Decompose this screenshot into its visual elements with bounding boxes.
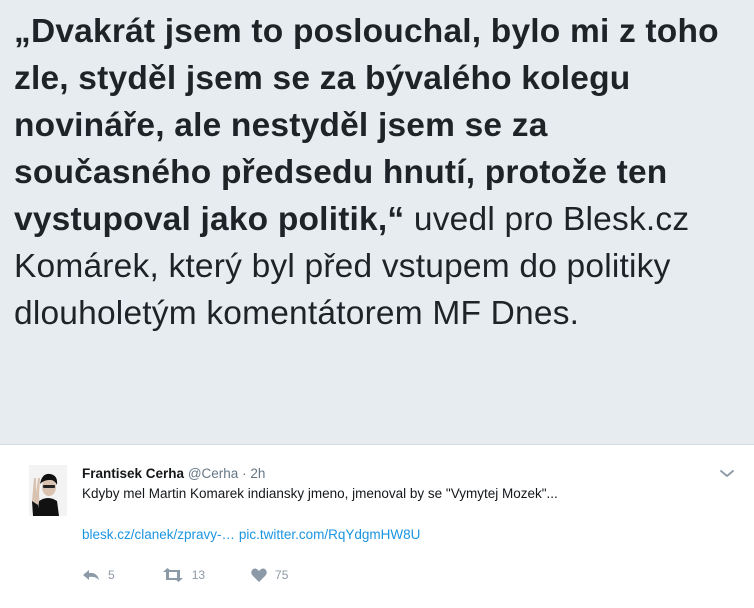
retweet-icon bbox=[162, 568, 183, 582]
tweet[interactable]: Frantisek Cerha @Cerha · 2h Kdyby mel Ma… bbox=[0, 445, 754, 608]
like-count: 75 bbox=[275, 568, 289, 582]
reply-icon bbox=[83, 570, 99, 580]
reply-count: 5 bbox=[108, 568, 115, 582]
quoted-text-card: „Dvakrát jsem to poslouchal, bylo mi z t… bbox=[0, 0, 754, 444]
chevron-down-icon bbox=[720, 470, 734, 477]
tweet-header: Frantisek Cerha @Cerha · 2h bbox=[82, 466, 265, 481]
reply-button[interactable]: 5 bbox=[82, 568, 115, 582]
retweet-button[interactable]: 13 bbox=[162, 568, 205, 582]
like-button[interactable]: 75 bbox=[251, 568, 288, 582]
quote-text: „Dvakrát jsem to poslouchal, bylo mi z t… bbox=[14, 8, 744, 337]
author-handle[interactable]: @Cerha bbox=[188, 466, 238, 481]
avatar[interactable] bbox=[29, 465, 67, 516]
heart-icon bbox=[251, 568, 267, 582]
tweet-time[interactable]: 2h bbox=[250, 466, 265, 481]
author-name[interactable]: Frantisek Cerha bbox=[82, 466, 184, 481]
tweet-links: blesk.cz/clanek/zpravy-… pic.twitter.com… bbox=[82, 527, 420, 542]
tweet-menu-button[interactable] bbox=[716, 465, 738, 481]
tweet-actions: 5 13 75 bbox=[82, 565, 288, 585]
picture-link[interactable]: pic.twitter.com/RqYdgmHW8U bbox=[239, 527, 421, 542]
retweet-count: 13 bbox=[191, 568, 206, 582]
tweet-text: Kdyby mel Martin Komarek indiansky jmeno… bbox=[82, 486, 558, 501]
separator-dot: · bbox=[242, 466, 247, 481]
article-link[interactable]: blesk.cz/clanek/zpravy-… bbox=[82, 527, 235, 542]
